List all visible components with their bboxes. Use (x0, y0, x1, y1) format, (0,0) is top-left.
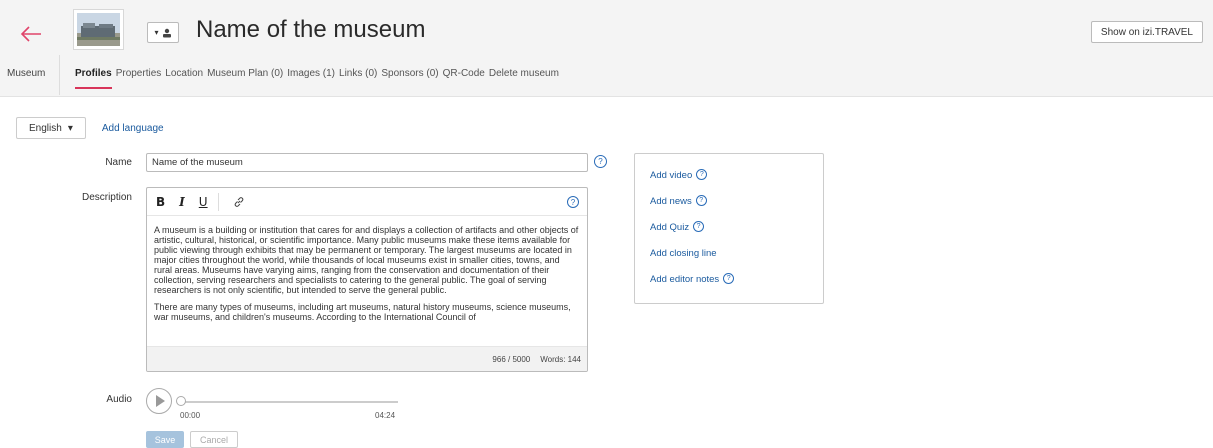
help-icon[interactable]: ? (695, 195, 707, 206)
italic-button[interactable]: I (179, 195, 185, 209)
bold-button[interactable]: B (156, 195, 165, 209)
back-arrow-icon[interactable] (20, 24, 42, 44)
page-header: ▾ Name of the museum Show on izi.TRAVEL … (0, 0, 1213, 97)
cancel-button[interactable]: Cancel (190, 431, 238, 448)
description-paragraph: There are many types of museums, includi… (154, 302, 571, 322)
tab-profiles[interactable]: Profiles (75, 68, 112, 89)
description-paragraph: A museum is a building or institution th… (154, 225, 579, 295)
add-language-link[interactable]: Add language (102, 123, 164, 134)
add-editor-notes-link[interactable]: Add editor notes ? (650, 273, 823, 300)
add-quiz-link[interactable]: Add Quiz ? (650, 221, 823, 248)
help-icon[interactable]: ? (723, 273, 735, 284)
tab-bar: Profiles Properties Location Museum Plan… (75, 68, 559, 89)
add-closing-line-label: Add closing line (650, 248, 717, 259)
audio-progress-handle[interactable] (176, 396, 186, 406)
show-on-izi-travel-button[interactable]: Show on izi.TRAVEL (1090, 21, 1203, 43)
word-count: Words: 144 (540, 354, 581, 364)
tab-delete-museum[interactable]: Delete museum (489, 68, 559, 79)
museum-photo-image (77, 13, 120, 46)
toolbar-divider (217, 192, 219, 211)
language-row: English ▾ Add language (16, 117, 164, 139)
tab-links[interactable]: Links (0) (339, 68, 377, 79)
name-label: Name (105, 157, 132, 168)
editor-toolbar: B I U ? (147, 188, 587, 216)
extras-panel: Add video ? Add news ? Add Quiz ? Add cl… (634, 153, 824, 304)
help-icon[interactable]: ? (693, 221, 705, 232)
tab-location[interactable]: Location (165, 68, 203, 79)
editor-footer: 966 / 5000 Words: 144 (147, 346, 587, 371)
chevron-down-icon: ▾ (67, 122, 73, 134)
name-field[interactable] (146, 153, 588, 172)
museum-nav-link[interactable]: Museum (7, 68, 45, 79)
description-label: Description (81, 192, 132, 203)
tab-images[interactable]: Images (1) (287, 68, 335, 79)
link-icon[interactable] (233, 196, 245, 208)
name-help-icon[interactable]: ? (594, 155, 607, 168)
page-title: Name of the museum (196, 16, 426, 43)
chevron-down-icon: ▾ (154, 28, 159, 37)
add-news-label: Add news (650, 196, 692, 207)
audio-play-button[interactable] (146, 388, 172, 414)
language-select-value: English (29, 122, 62, 134)
character-count: 966 / 5000 (492, 354, 531, 364)
add-quiz-label: Add Quiz (650, 222, 690, 233)
nav-divider (59, 55, 60, 95)
language-select[interactable]: English ▾ (16, 117, 86, 139)
audio-current-time: 00:00 (180, 411, 201, 420)
tab-sponsors[interactable]: Sponsors (0) (381, 68, 438, 79)
add-closing-line-link[interactable]: Add closing line (650, 248, 823, 274)
add-news-link[interactable]: Add news ? (650, 195, 823, 222)
save-button[interactable]: Save (146, 431, 184, 448)
audio-progress-track[interactable] (180, 401, 398, 403)
museum-thumbnail[interactable] (73, 9, 124, 50)
add-editor-notes-label: Add editor notes (650, 274, 720, 285)
tab-properties[interactable]: Properties (116, 68, 162, 79)
underline-button[interactable]: U (199, 195, 208, 209)
audio-total-time: 04:24 (375, 411, 396, 420)
audio-label: Audio (106, 394, 132, 405)
tab-qr-code[interactable]: QR-Code (443, 68, 485, 79)
description-help-icon[interactable]: ? (567, 196, 579, 208)
add-video-link[interactable]: Add video ? (650, 169, 823, 196)
help-icon[interactable]: ? (696, 169, 708, 180)
description-text[interactable]: A museum is a building or institution th… (147, 216, 587, 344)
person-icon (162, 28, 171, 37)
description-editor[interactable]: B I U ? A museum is a building or instit… (146, 187, 588, 372)
tab-museum-plan[interactable]: Museum Plan (0) (207, 68, 283, 79)
object-type-button[interactable]: ▾ (147, 22, 179, 43)
add-video-label: Add video (650, 170, 693, 181)
